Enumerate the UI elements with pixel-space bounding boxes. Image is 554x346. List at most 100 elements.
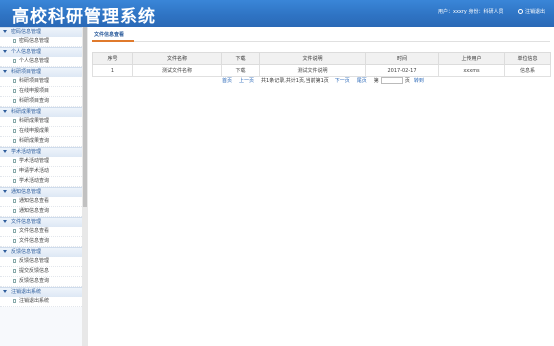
sidebar-item[interactable]: 科研成果查询 [0,137,82,147]
pagination: 首页 上一页 共1条记录,共计1页,当前第1页 下一页 尾页 第 页 转到 [222,77,431,84]
document-icon [13,198,16,203]
chevron-down-icon [3,70,7,73]
document-icon [13,38,16,43]
sidebar-item-label: 学术活动管理 [19,158,50,164]
sidebar-item[interactable]: 注销退出系统 [0,297,82,307]
sidebar-item-label: 在线申报成果 [19,128,50,134]
document-icon [13,238,16,243]
sidebar-group-label: 科研成果管理 [11,109,42,115]
column-header: 下载 [221,52,260,65]
sidebar-group: 通知信息管理 通知信息查看 通知信息查询 [0,187,82,217]
sidebar-group: 文件信息管理 文件信息查看 文件信息查询 [0,217,82,247]
sidebar-item-label: 科研项目管理 [19,78,50,84]
sidebar-group-label: 通知信息管理 [11,189,42,195]
column-header: 单位信息 [504,52,551,65]
document-icon [13,128,16,133]
sidebar-item-label: 文件信息查询 [19,238,50,244]
sidebar-item[interactable]: 学术活动管理 [0,157,82,167]
sidebar-item[interactable]: 提交反馈信息 [0,267,82,277]
column-header: 序号 [92,52,133,65]
tab-active-indicator [92,40,134,42]
sidebar-item-label: 科研项目查询 [19,98,50,104]
page-prefix: 第 [373,78,379,84]
sidebar-item[interactable]: 在线申报项目 [0,87,82,97]
sidebar: 密码信息管理 密码信息管理 个人信息管理 个人信息管理 科研项目管理 科研项目管… [0,27,82,346]
sidebar-item[interactable]: 反馈信息查询 [0,277,82,287]
document-icon [13,88,16,93]
document-icon [13,208,16,213]
sidebar-item[interactable]: 申请学术活动 [0,167,82,177]
sidebar-group: 个人信息管理 个人信息管理 [0,47,82,67]
file-table: 序号 文件名称 下载 文件说明 时间 上传用户 单位信息 1 测试文件名称 下载… [92,52,551,77]
sidebar-group-header[interactable]: 反馈信息管理 [0,247,82,257]
scrollbar-thumb[interactable] [83,27,87,207]
page-number-input[interactable] [380,77,403,84]
sidebar-group: 科研项目管理 科研项目管理 在线申报项目 科研项目查询 [0,67,82,107]
sidebar-item-label: 注销退出系统 [19,298,50,304]
document-icon [13,278,16,283]
sidebar-item[interactable]: 反馈信息管理 [0,257,82,267]
sidebar-group-header[interactable]: 密码信息管理 [0,27,82,37]
table-cell: 信息系 [504,64,551,77]
table-cell: 1 [92,64,133,77]
sidebar-item[interactable]: 科研项目查询 [0,97,82,107]
user-info: 用户：xxxry 身份：科研人员 [438,9,504,15]
document-icon [13,178,16,183]
app-title: 高校科研管理系统 [12,7,156,27]
sidebar-group-label: 文件信息管理 [11,219,42,225]
table-cell: 测试文件名称 [132,64,222,77]
table-cell: xxxms [438,64,505,77]
sidebar-item[interactable]: 学术活动查询 [0,177,82,187]
sidebar-item[interactable]: 科研成果管理 [0,117,82,127]
sidebar-scrollbar[interactable] [82,27,88,346]
next-page-link[interactable]: 下一页 [335,77,350,84]
document-icon [13,168,16,173]
sidebar-group: 科研成果管理 科研成果管理 在线申报成果 科研成果查询 [0,107,82,147]
sidebar-group-header[interactable]: 注销退出系统 [0,287,82,297]
sidebar-item[interactable]: 通知信息查看 [0,197,82,207]
header-bar: 高校科研管理系统 用户：xxxry 身份：科研人员 注销退出 [0,0,554,27]
chevron-down-icon [3,150,7,153]
sidebar-item[interactable]: 文件信息查看 [0,227,82,237]
sidebar-item-label: 通知信息查看 [19,198,50,204]
sidebar-group-header[interactable]: 文件信息管理 [0,217,82,227]
sidebar-item-label: 反馈信息管理 [19,258,50,264]
sidebar-item[interactable]: 在线申报成果 [0,127,82,137]
sidebar-item[interactable]: 文件信息查询 [0,237,82,247]
sidebar-group-header[interactable]: 科研成果管理 [0,107,82,117]
logout-button[interactable]: 注销退出 [518,8,545,15]
download-link[interactable]: 下载 [221,64,260,77]
document-icon [13,158,16,163]
sidebar-item-label: 科研成果查询 [19,138,50,144]
sidebar-item-label: 反馈信息查询 [19,278,50,284]
sidebar-item-label: 提交反馈信息 [19,268,50,274]
sidebar-item[interactable]: 通知信息查询 [0,207,82,217]
sidebar-item[interactable]: 个人信息管理 [0,57,82,67]
goto-page-link[interactable]: 转到 [414,77,424,84]
document-icon [13,58,16,63]
column-header: 文件说明 [259,52,366,65]
chevron-down-icon [3,110,7,113]
document-icon [13,118,16,123]
sidebar-group-header[interactable]: 学术活动管理 [0,147,82,157]
prev-page-link[interactable]: 上一页 [239,77,254,84]
sidebar-group-label: 密码信息管理 [11,29,42,35]
table-row: 1 测试文件名称 下载 测试文件说明 2017-02-17 xxxms 信息系 [92,64,551,77]
page-suffix: 页 [404,78,410,84]
sidebar-item-label: 文件信息查看 [19,228,50,234]
sidebar-item-label: 学术活动查询 [19,178,50,184]
sidebar-item[interactable]: 科研项目管理 [0,77,82,87]
first-page-link[interactable]: 首页 [222,77,232,84]
document-icon [13,78,16,83]
column-header: 上传用户 [438,52,505,65]
sidebar-group-header[interactable]: 个人信息管理 [0,47,82,57]
sidebar-group-header[interactable]: 科研项目管理 [0,67,82,77]
sidebar-item-label: 通知信息查询 [19,208,50,214]
chevron-down-icon [3,220,7,223]
sidebar-item[interactable]: 密码信息管理 [0,37,82,47]
document-icon [13,228,16,233]
last-page-link[interactable]: 尾页 [357,77,367,84]
sidebar-group: 学术活动管理 学术活动管理 申请学术活动 学术活动查询 [0,147,82,187]
tab-file-view[interactable]: 文件信息查看 [94,31,124,38]
sidebar-group-header[interactable]: 通知信息管理 [0,187,82,197]
